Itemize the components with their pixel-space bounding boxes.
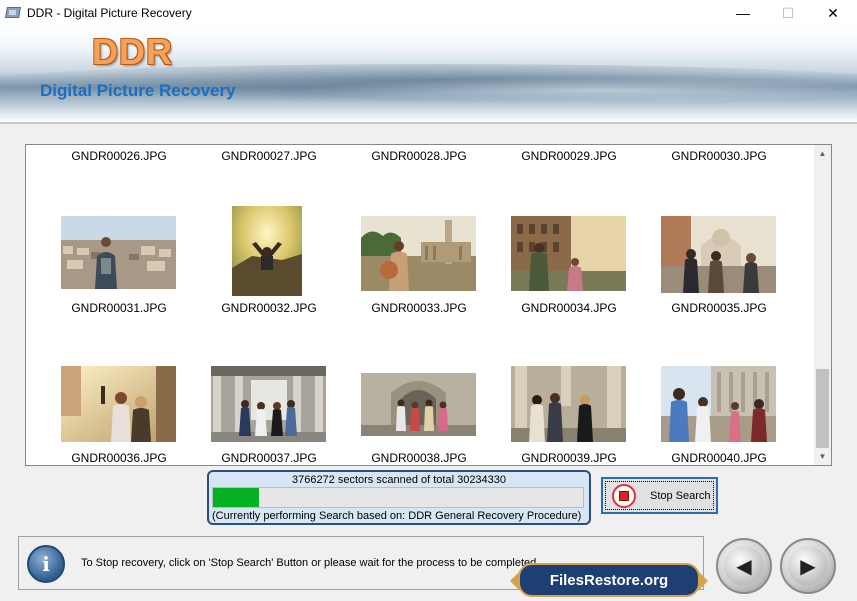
scroll-down-icon[interactable]: ▼ [814,448,831,465]
image-label: GNDR00034.JPG [521,301,617,315]
thumbnail-colosseum[interactable] [511,216,626,291]
filesrestore-badge: FilesRestore.org [510,563,708,597]
app-banner: DDR Digital Picture Recovery [0,26,857,122]
image-label: GNDR00032.JPG [221,301,317,315]
image-label: GNDR00039.JPG [521,451,617,465]
image-label: GNDR00031.JPG [71,301,167,315]
sectors-scanned-text: 3766272 sectors scanned of total 3023433… [291,474,507,486]
stop-icon [612,483,636,508]
thumbnail-mountain-sunset[interactable] [232,206,302,296]
title-bar: DDR - Digital Picture Recovery — ☐ ✕ [0,0,857,26]
image-label: GNDR00038.JPG [371,451,467,465]
back-button[interactable]: ◀ [716,538,772,594]
scan-progress-bar [212,487,584,508]
procedure-status-text: (Currently performing Search based on: D… [212,510,582,522]
image-label: GNDR00033.JPG [371,301,467,315]
image-label: GNDR00029.JPG [521,149,617,163]
thumbnail-ruins-column[interactable] [361,216,476,291]
badge-text: FilesRestore.org [549,571,669,589]
progress-fill [213,488,259,507]
window-title: DDR - Digital Picture Recovery [27,6,192,20]
thumbnail-city-view[interactable] [61,216,176,289]
ddr-logo: DDR [92,31,173,72]
thumbnail-basilica-group[interactable] [661,216,776,293]
image-label: GNDR00026.JPG [71,149,167,163]
image-label: GNDR00028.JPG [371,149,467,163]
image-label: GNDR00030.JPG [671,149,767,163]
image-label: GNDR00027.JPG [221,149,317,163]
next-button[interactable]: ▶ [780,538,836,594]
maximize-button[interactable]: ☐ [765,0,811,26]
app-subtitle: Digital Picture Recovery [40,81,236,100]
stop-search-button[interactable]: Stop Search [601,477,718,514]
image-label: GNDR00037.JPG [221,451,317,465]
thumbnail-church-door[interactable] [361,373,476,436]
close-button[interactable]: ✕ [810,0,856,26]
arrow-left-icon: ◀ [724,546,764,586]
stop-search-label: Stop Search [650,489,711,502]
scroll-up-icon[interactable]: ▲ [814,145,831,162]
info-icon: i [27,545,65,583]
scrollbar-thumb[interactable] [816,369,829,448]
scan-progress-panel: 3766272 sectors scanned of total 3023433… [207,470,591,525]
image-label: GNDR00035.JPG [671,301,767,315]
minimize-button[interactable]: — [720,0,766,26]
arrow-right-icon: ▶ [788,546,828,586]
info-message: To Stop recovery, click on 'Stop Search'… [81,557,540,569]
banner-divider [0,122,857,124]
thumbnail-arcade-walk[interactable] [211,366,326,442]
thumbnail-columns-walk[interactable] [511,366,626,442]
app-disk-icon[interactable] [5,5,21,21]
thumbnail-selfie-street[interactable] [61,366,176,442]
recovered-image-gallery[interactable]: GNDR00026.JPG GNDR00027.JPG GNDR00028.JP… [25,144,832,466]
thumbnail-square-walk[interactable] [661,366,776,442]
image-label: GNDR00040.JPG [671,451,767,465]
image-label: GNDR00036.JPG [71,451,167,465]
gallery-scrollbar[interactable]: ▲ ▼ [814,145,831,465]
